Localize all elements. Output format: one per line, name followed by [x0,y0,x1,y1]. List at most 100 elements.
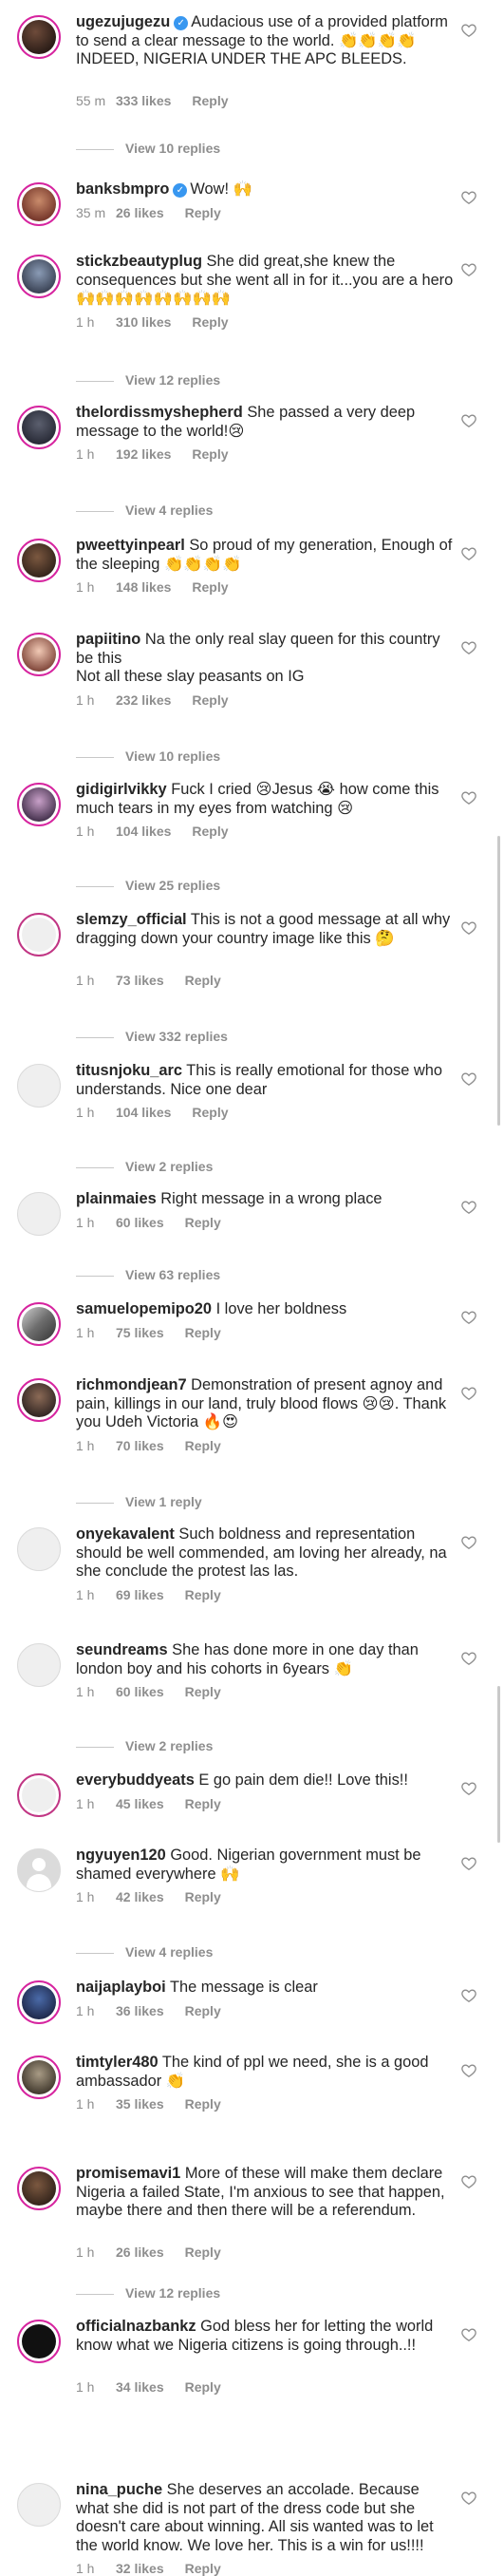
like-count[interactable]: 26 likes [116,205,164,220]
like-count[interactable]: 36 likes [116,2003,164,2018]
user-avatar[interactable] [17,1848,61,1892]
like-count[interactable]: 232 likes [116,692,171,708]
heart-outline-icon[interactable] [461,262,476,277]
like-count[interactable]: 148 likes [116,579,171,595]
view-replies-button[interactable]: View 10 replies [76,748,220,764]
heart-outline-icon[interactable] [461,1856,476,1871]
like-count[interactable]: 34 likes [116,2379,164,2395]
like-count[interactable]: 60 likes [116,1215,164,1230]
reply-button[interactable]: Reply [192,692,228,708]
user-avatar[interactable] [17,1980,61,2024]
reply-button[interactable]: Reply [185,1325,221,1340]
user-avatar[interactable] [17,913,61,957]
user-avatar[interactable] [17,1527,61,1571]
reply-button[interactable]: Reply [185,2096,221,2112]
comment-username[interactable]: samuelopemipo20 [76,1300,212,1317]
view-replies-button[interactable]: View 63 replies [76,1267,220,1282]
reply-button[interactable]: Reply [185,1215,221,1230]
user-avatar[interactable] [17,2320,61,2363]
user-avatar[interactable] [17,1378,61,1422]
view-replies-button[interactable]: View 2 replies [76,1159,213,1174]
view-replies-button[interactable]: View 4 replies [76,502,213,518]
view-replies-button[interactable]: View 332 replies [76,1029,228,1044]
comment-username[interactable]: papiitino [76,631,140,648]
user-avatar[interactable] [17,2167,61,2210]
heart-outline-icon[interactable] [461,1781,476,1796]
comment-username[interactable]: seundreams [76,1641,168,1658]
heart-outline-icon[interactable] [461,2327,476,2342]
heart-outline-icon[interactable] [461,546,476,561]
view-replies-button[interactable]: View 12 replies [76,2285,220,2301]
comment-username[interactable]: nina_puche [76,2481,162,2498]
reply-button[interactable]: Reply [185,2003,221,2018]
heart-outline-icon[interactable] [461,190,476,205]
reply-button[interactable]: Reply [192,1105,228,1120]
user-avatar[interactable] [17,15,61,59]
like-count[interactable]: 26 likes [116,2245,164,2260]
view-replies-button[interactable]: View 2 replies [76,1738,213,1753]
reply-button[interactable]: Reply [192,93,228,108]
comment-username[interactable]: ugezujugezu [76,13,170,30]
heart-outline-icon[interactable] [461,2491,476,2506]
comment-username[interactable]: naijaplayboi [76,1979,166,1996]
heart-outline-icon[interactable] [461,1310,476,1325]
comment-username[interactable]: banksbmpro [76,180,169,198]
comment-username[interactable]: slemzy_official [76,911,187,928]
like-count[interactable]: 69 likes [116,1587,164,1602]
reply-button[interactable]: Reply [185,1438,221,1453]
heart-outline-icon[interactable] [461,23,476,38]
comment-username[interactable]: ngyuyen120 [76,1847,166,1864]
comment-username[interactable]: everybuddyeats [76,1771,195,1789]
view-replies-button[interactable]: View 4 replies [76,1944,213,1960]
user-avatar[interactable] [17,406,61,449]
comment-username[interactable]: timtyler480 [76,2054,159,2071]
comment-username[interactable]: onyekavalent [76,1525,175,1543]
reply-button[interactable]: Reply [185,1796,221,1811]
scrollbar-thumb-lower[interactable] [497,1686,500,1843]
user-avatar[interactable] [17,1773,61,1817]
view-replies-button[interactable]: View 25 replies [76,878,220,893]
comment-username[interactable]: titusnjoku_arc [76,1062,182,1079]
like-count[interactable]: 333 likes [116,93,171,108]
reply-button[interactable]: Reply [185,1889,221,1904]
heart-outline-icon[interactable] [461,413,476,428]
reply-button[interactable]: Reply [185,2561,221,2576]
like-count[interactable]: 104 likes [116,1105,171,1120]
like-count[interactable]: 32 likes [116,2561,164,2576]
like-count[interactable]: 35 likes [116,2096,164,2112]
view-replies-button[interactable]: View 1 reply [76,1494,202,1509]
heart-outline-icon[interactable] [461,1200,476,1215]
comment-username[interactable]: pweettyinpearl [76,537,185,554]
user-avatar[interactable] [17,1302,61,1346]
user-avatar[interactable] [17,1064,61,1108]
reply-button[interactable]: Reply [185,2379,221,2395]
view-replies-button[interactable]: View 10 replies [76,141,220,156]
reply-button[interactable]: Reply [192,446,228,462]
reply-button[interactable]: Reply [192,579,228,595]
view-replies-button[interactable]: View 12 replies [76,372,220,388]
heart-outline-icon[interactable] [461,920,476,936]
reply-button[interactable]: Reply [185,2245,221,2260]
heart-outline-icon[interactable] [461,2063,476,2078]
heart-outline-icon[interactable] [461,1651,476,1666]
scrollbar-thumb[interactable] [497,836,500,1126]
reply-button[interactable]: Reply [192,314,228,330]
heart-outline-icon[interactable] [461,1988,476,2003]
comment-username[interactable]: plainmaies [76,1190,157,1207]
user-avatar[interactable] [17,255,61,298]
comment-username[interactable]: richmondjean7 [76,1376,187,1393]
comment-username[interactable]: officialnazbankz [76,2318,196,2335]
reply-button[interactable]: Reply [185,1684,221,1699]
comment-username[interactable]: gidigirlvikky [76,781,167,798]
like-count[interactable]: 104 likes [116,824,171,839]
comment-username[interactable]: promisemavi1 [76,2165,180,2182]
like-count[interactable]: 75 likes [116,1325,164,1340]
user-avatar[interactable] [17,1643,61,1687]
user-avatar[interactable] [17,182,61,226]
like-count[interactable]: 73 likes [116,973,164,988]
user-avatar[interactable] [17,2483,61,2527]
user-avatar[interactable] [17,539,61,582]
heart-outline-icon[interactable] [461,1386,476,1401]
reply-button[interactable]: Reply [185,205,221,220]
reply-button[interactable]: Reply [192,824,228,839]
